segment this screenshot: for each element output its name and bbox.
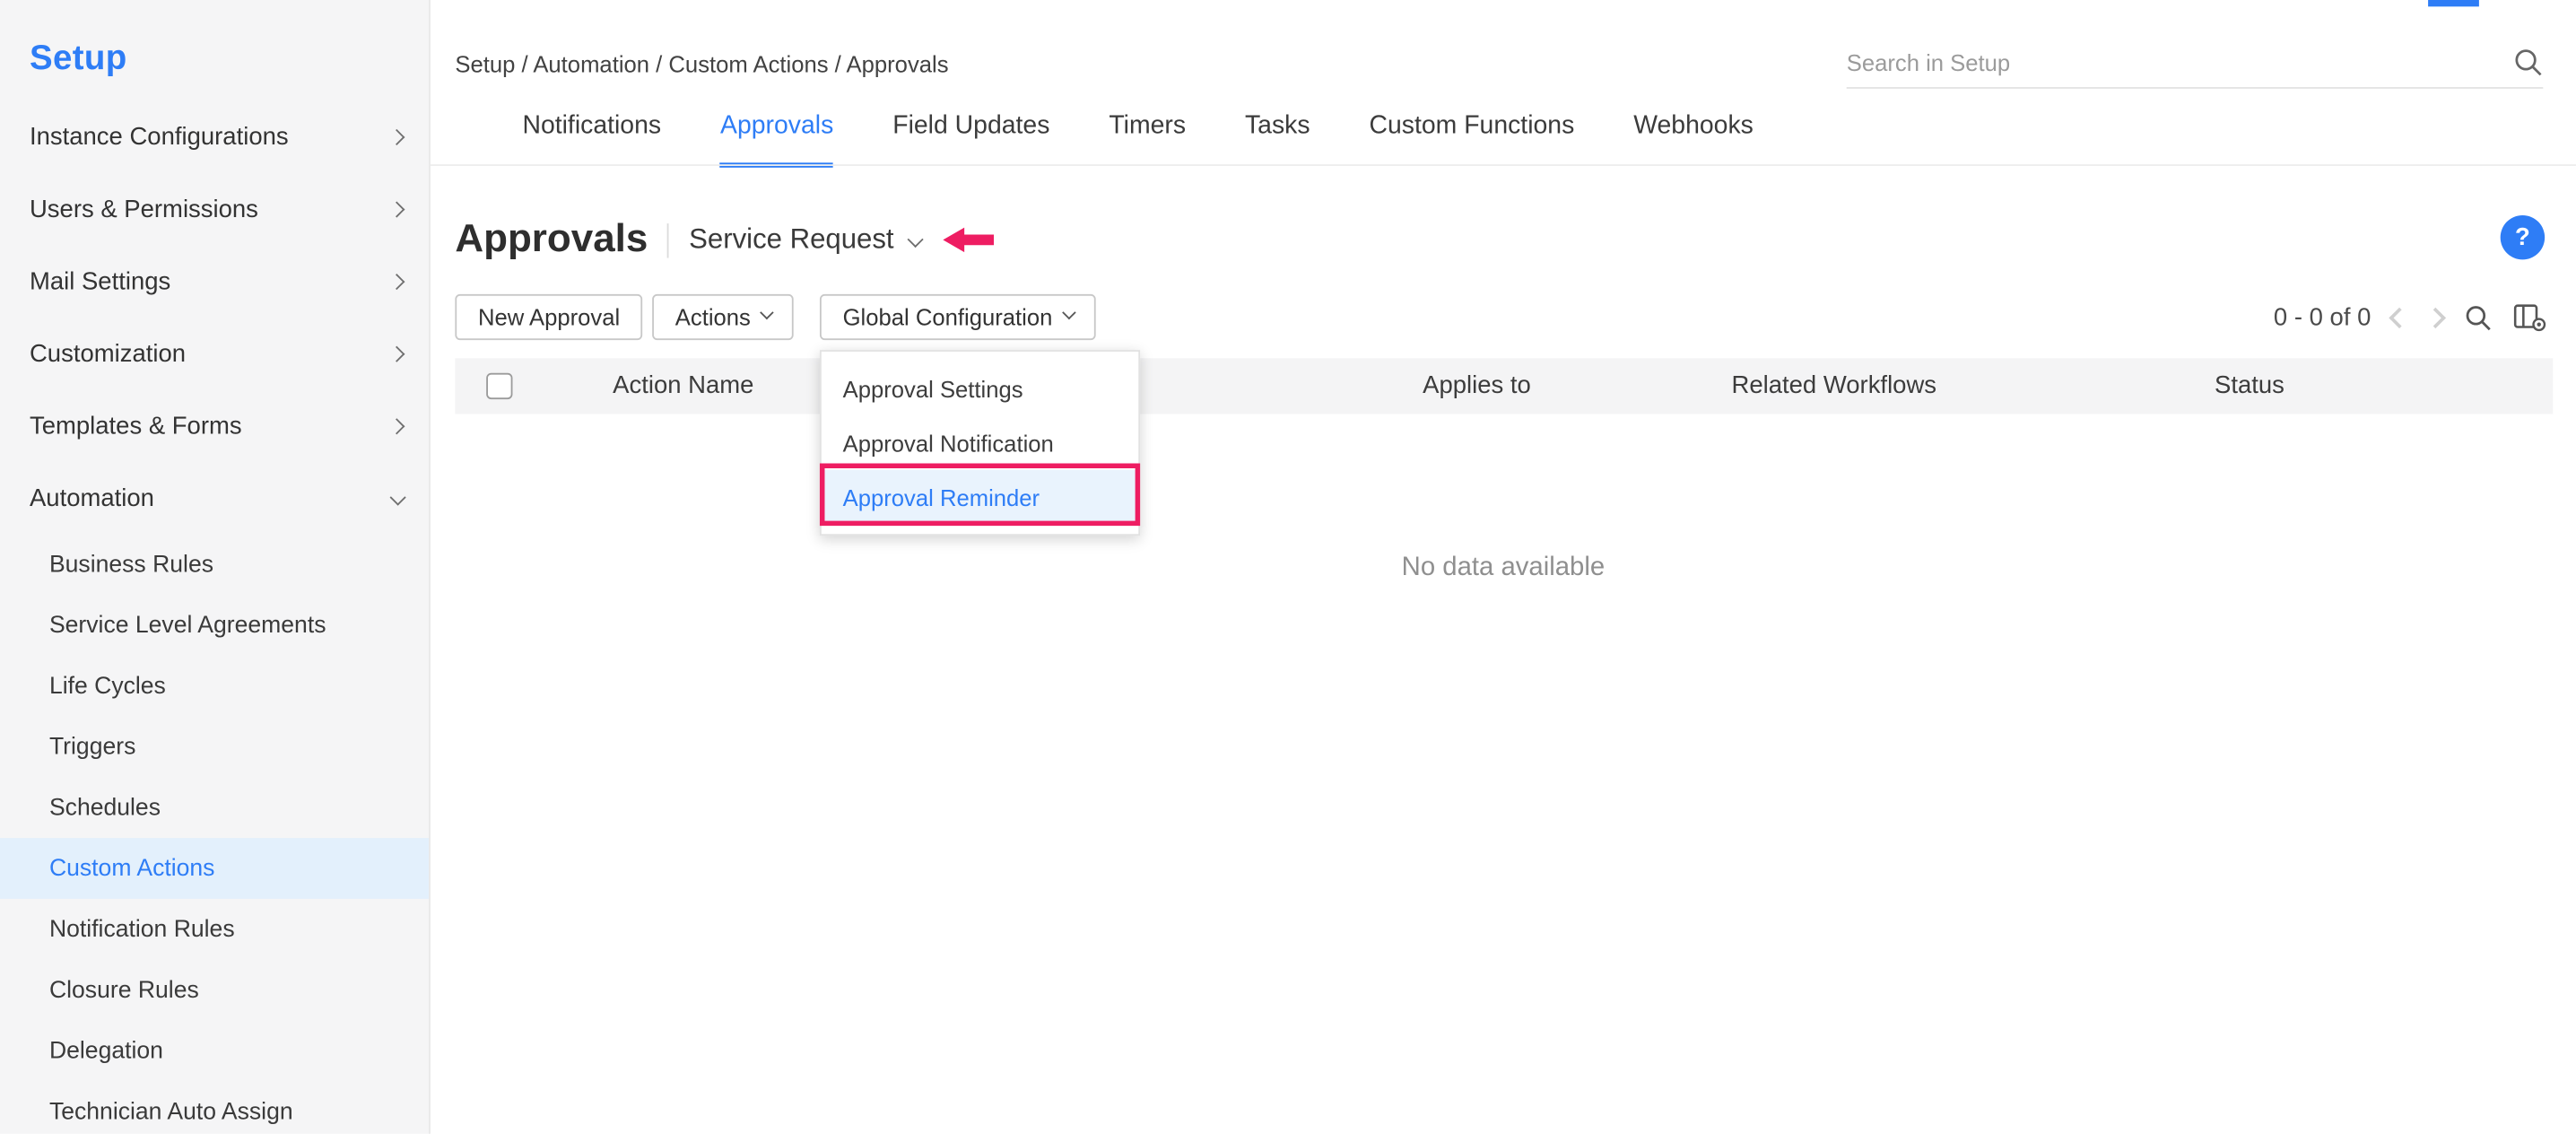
search-input[interactable] <box>1847 48 2514 74</box>
sidebar-item-templates-forms[interactable]: Templates & Forms <box>0 389 429 462</box>
tabs-divider <box>431 164 2576 166</box>
sidebar-subitem-notification-rules[interactable]: Notification Rules <box>0 899 429 960</box>
chevron-right-icon <box>388 345 405 362</box>
sidebar-item-label: Customization <box>30 339 186 367</box>
page-header: Approvals Service Request <box>455 214 994 266</box>
sidebar-nav: Instance Configurations Users & Permissi… <box>0 100 429 1142</box>
new-approval-button[interactable]: New Approval <box>455 294 643 340</box>
tab-webhooks[interactable]: Webhooks <box>1633 112 1754 168</box>
sidebar-item-users-permissions[interactable]: Users & Permissions <box>0 172 429 245</box>
sidebar-title: Setup <box>0 0 429 100</box>
breadcrumb: Setup / Automation / Custom Actions / Ap… <box>455 51 948 77</box>
column-related-workflows[interactable]: Related Workflows <box>1732 371 1937 399</box>
menu-item-approval-settings[interactable]: Approval Settings <box>822 362 1138 415</box>
setup-screen: Setup Instance Configurations Users & Pe… <box>0 0 2576 1134</box>
sidebar-subitem-schedules[interactable]: Schedules <box>0 777 429 838</box>
tab-custom-functions[interactable]: Custom Functions <box>1369 112 1574 168</box>
sidebar-item-label: Templates & Forms <box>30 412 242 440</box>
actions-button[interactable]: Actions <box>652 294 794 340</box>
sidebar-item-automation[interactable]: Automation <box>0 462 429 535</box>
sidebar-item-instance-configurations[interactable]: Instance Configurations <box>0 100 429 173</box>
sidebar-subitem-service-level-agreements[interactable]: Service Level Agreements <box>0 595 429 656</box>
column-action-name[interactable]: Action Name <box>613 371 753 399</box>
title-divider <box>667 222 669 257</box>
page-title: Approvals <box>455 217 648 263</box>
chevron-down-icon <box>908 231 924 247</box>
chevron-right-icon <box>388 201 405 217</box>
sidebar-item-label: Automation <box>30 484 154 511</box>
sidebar-subitem-business-rules[interactable]: Business Rules <box>0 534 429 595</box>
tab-approvals[interactable]: Approvals <box>720 112 833 168</box>
sidebar-item-label: Instance Configurations <box>30 122 289 150</box>
tab-timers[interactable]: Timers <box>1109 112 1186 168</box>
column-settings-icon[interactable] <box>2514 302 2547 332</box>
sidebar-subitem-custom-actions[interactable]: Custom Actions <box>0 838 429 899</box>
annotation-arrow-icon <box>944 227 995 253</box>
column-applies-to[interactable]: Applies to <box>1423 371 1531 399</box>
chevron-down-icon <box>761 306 773 318</box>
scope-label: Service Request <box>689 223 893 257</box>
setup-search <box>1847 36 2544 89</box>
search-icon[interactable] <box>2513 47 2543 76</box>
sidebar-subitem-triggers[interactable]: Triggers <box>0 717 429 778</box>
sidebar-item-customization[interactable]: Customization <box>0 317 429 389</box>
column-status[interactable]: Status <box>2215 371 2284 399</box>
chevron-right-icon <box>388 417 405 433</box>
setup-sidebar: Setup Instance Configurations Users & Pe… <box>0 0 431 1134</box>
next-page-button[interactable] <box>2428 309 2442 324</box>
chevron-down-icon <box>1062 306 1075 318</box>
sidebar-subitem-closure-rules[interactable]: Closure Rules <box>0 960 429 1021</box>
automation-submenu: Business Rules Service Level Agreements … <box>0 534 429 1142</box>
tab-tasks[interactable]: Tasks <box>1245 112 1310 168</box>
empty-state-text: No data available <box>431 554 2576 583</box>
sidebar-item-mail-settings[interactable]: Mail Settings <box>0 245 429 318</box>
scope-selector[interactable]: Service Request <box>689 223 920 257</box>
tab-notifications[interactable]: Notifications <box>522 112 661 168</box>
global-configuration-label: Global Configuration <box>843 304 1053 330</box>
module-tabs: Notifications Approvals Field Updates Ti… <box>522 112 1753 168</box>
sidebar-subitem-life-cycles[interactable]: Life Cycles <box>0 656 429 717</box>
global-configuration-button[interactable]: Global Configuration <box>820 294 1096 340</box>
menu-item-approval-reminder[interactable]: Approval Reminder <box>822 470 1138 524</box>
menu-item-approval-notification[interactable]: Approval Notification <box>822 415 1138 469</box>
sidebar-subitem-delegation[interactable]: Delegation <box>0 1020 429 1081</box>
chevron-down-icon <box>390 489 406 505</box>
sidebar-item-label: Users & Permissions <box>30 195 258 222</box>
sidebar-item-label: Mail Settings <box>30 267 170 295</box>
tab-field-updates[interactable]: Field Updates <box>892 112 1049 168</box>
select-all-checkbox[interactable] <box>486 373 512 399</box>
chevron-right-icon <box>388 273 405 289</box>
loading-indicator <box>2428 0 2479 6</box>
table-search-icon[interactable] <box>2465 303 2493 331</box>
pagination-count: 0 - 0 of 0 <box>2274 303 2371 331</box>
pagination-bar: 0 - 0 of 0 <box>2274 298 2546 337</box>
prev-page-button[interactable] <box>2392 309 2406 324</box>
actions-button-label: Actions <box>675 304 751 330</box>
chevron-right-icon <box>388 128 405 144</box>
help-button[interactable]: ? <box>2501 215 2545 259</box>
sidebar-subitem-technician-auto-assign[interactable]: Technician Auto Assign <box>0 1081 429 1142</box>
table-header: Action Name Applies to Related Workflows… <box>455 358 2553 414</box>
global-configuration-menu: Approval Settings Approval Notification … <box>820 350 1140 536</box>
